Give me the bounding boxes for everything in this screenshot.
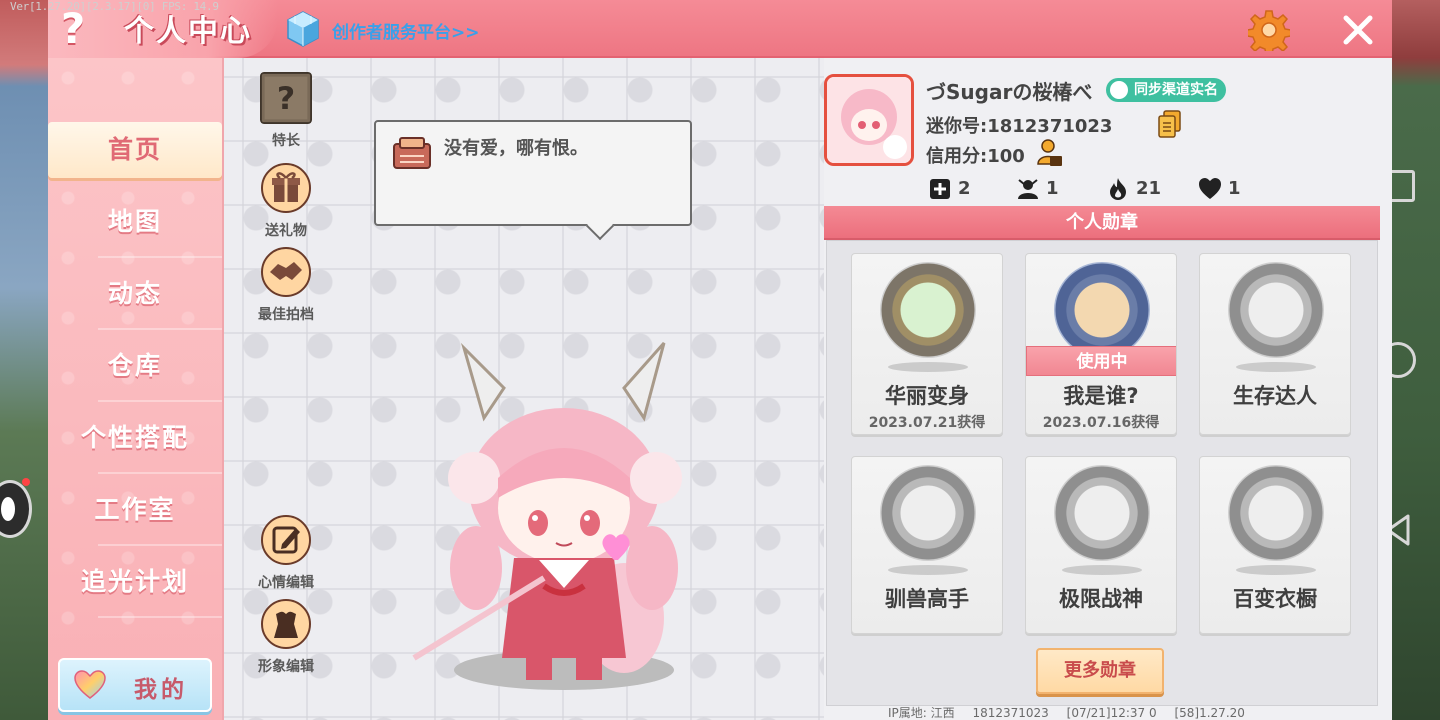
profile-panel: づSugarの桜椿べ 同步渠道实名 迷你号:1812371023 信用分:100… <box>824 58 1392 720</box>
sidebar-item-feed[interactable]: 动态 <box>48 266 222 330</box>
avatar-stage: ? 特长 送礼物 最佳拍档 心情编辑 形象编辑 没有爱，哪有恨。 <box>224 58 824 720</box>
medals-grid: 华丽变身 2023.07.21获得 使用中 我是谁? 2023.07.16获得 … <box>826 240 1378 706</box>
sidebar-item-warehouse[interactable]: 仓库 <box>48 338 222 402</box>
medal-name: 极限战神 <box>1059 587 1143 611</box>
footer-version: [58]1.27.20 <box>1174 706 1245 720</box>
send-gift-label: 送礼物 <box>265 223 307 239</box>
in-use-badge: 使用中 <box>1026 346 1176 376</box>
creator-platform-link[interactable]: 创作者服务平台>> <box>332 18 480 43</box>
specialty-action[interactable]: ? 特长 <box>246 72 326 150</box>
footer-uid: 1812371023 <box>972 706 1049 720</box>
medal-card[interactable]: 使用中 我是谁? 2023.07.16获得 <box>1025 253 1177 435</box>
envelope-medal-icon <box>1054 262 1150 358</box>
best-partner-action[interactable]: 最佳拍档 <box>246 246 326 324</box>
flame-icon <box>1110 178 1126 200</box>
handshake-icon <box>261 247 311 297</box>
outfit-icon <box>261 599 311 649</box>
mystery-box-icon: ? <box>260 72 312 124</box>
best-partner-label: 最佳拍档 <box>258 307 314 323</box>
medal-card[interactable]: 百变衣橱 <box>1199 456 1351 634</box>
mine-label: 我的 <box>134 677 188 703</box>
medal-card[interactable]: 生存达人 <box>1199 253 1351 435</box>
medal-date: 2023.07.21获得 <box>868 415 986 431</box>
add-friend-icon <box>930 179 950 199</box>
campfire-medal-icon <box>1228 262 1324 358</box>
medal-name: 我是谁? <box>1063 384 1139 408</box>
debug-version-overlay: Ver[1.27.20][2.3.17][0] FPS: 14.9 <box>10 0 219 13</box>
mine-button[interactable]: 我的 <box>58 658 212 712</box>
background-scene-left <box>0 0 48 720</box>
medal-card[interactable]: 华丽变身 2023.07.21获得 <box>851 253 1003 435</box>
horse-medal-icon <box>880 465 976 561</box>
sidebar-item-chase-light[interactable]: 追光计划 <box>48 554 222 618</box>
copy-icon[interactable] <box>1158 110 1182 138</box>
close-icon[interactable] <box>1338 10 1378 50</box>
medal-name: 华丽变身 <box>885 384 969 408</box>
avatar[interactable] <box>824 74 914 166</box>
player-avatar-figure <box>412 342 682 690</box>
user-check-icon <box>1110 81 1128 99</box>
followers-icon <box>1018 179 1038 199</box>
mood-text: 没有爱，哪有恨。 <box>444 138 588 159</box>
ip-location: IP属地: 江西 <box>888 706 955 720</box>
wardrobe-medal-icon <box>1228 465 1324 561</box>
edit-icon <box>261 515 311 565</box>
personal-center-panel: ? 个人中心 创作者服务平台>> 首页 地图 动态 仓库 个性搭配 工作室 追光… <box>48 0 1392 720</box>
image-edit-action[interactable]: 形象编辑 <box>246 598 326 676</box>
footer-info: IP属地: 江西 1812371023 [07/21]12:37 0 [58]1… <box>888 704 1259 720</box>
medal-name: 生存达人 <box>1233 384 1317 408</box>
sidebar-item-outfit[interactable]: 个性搭配 <box>48 410 222 474</box>
mini-id: 迷你号:1812371023 <box>926 116 1113 137</box>
medal-name: 驯兽高手 <box>885 587 969 611</box>
send-gift-action[interactable]: 送礼物 <box>246 162 326 240</box>
player-name: づSugarの桜椿べ <box>926 80 1093 104</box>
medals-header: 个人勋章 <box>824 206 1380 240</box>
mood-speech-bubble[interactable]: 没有爱，哪有恨。 <box>374 120 692 226</box>
more-medals-button[interactable]: 更多勋章 <box>1036 648 1164 694</box>
credit-score: 信用分:100 <box>926 146 1025 167</box>
credit-user-icon[interactable] <box>1036 138 1064 168</box>
notification-dot <box>22 478 30 486</box>
avatar-portrait-icon <box>827 77 911 163</box>
mood-edit-label: 心情编辑 <box>258 575 314 591</box>
heart-likes-icon <box>1199 178 1221 199</box>
dinosaur-medal-icon <box>880 262 976 358</box>
medal-date: 2023.07.16获得 <box>1042 415 1160 431</box>
mood-edit-action[interactable]: 心情编辑 <box>246 514 326 592</box>
boss-medal-icon <box>1054 465 1150 561</box>
sidebar-item-home[interactable]: 首页 <box>48 122 222 178</box>
stats-row: 2 1 21 1 <box>928 174 1288 204</box>
sidebar-nav: 首页 地图 动态 仓库 个性搭配 工作室 追光计划 我的 <box>48 58 224 720</box>
specialty-label: 特长 <box>272 133 300 149</box>
cube-icon <box>287 11 319 47</box>
medal-card[interactable]: 极限战神 <box>1025 456 1177 634</box>
mailbox-icon <box>393 137 431 169</box>
footer-time: [07/21]12:37 0 <box>1066 706 1157 720</box>
real-name-badge[interactable]: 同步渠道实名 <box>1106 78 1226 102</box>
heart-icon <box>74 670 106 699</box>
svg-text:?: ? <box>277 81 295 117</box>
header-bar: ? 个人中心 创作者服务平台>> <box>48 0 1392 58</box>
sidebar-item-studio[interactable]: 工作室 <box>48 482 222 546</box>
image-edit-label: 形象编辑 <box>258 659 314 675</box>
gear-icon[interactable] <box>1248 9 1290 51</box>
medal-name: 百变衣橱 <box>1233 587 1317 611</box>
gift-icon <box>261 163 311 213</box>
sidebar-item-map[interactable]: 地图 <box>48 194 222 258</box>
medal-card[interactable]: 驯兽高手 <box>851 456 1003 634</box>
